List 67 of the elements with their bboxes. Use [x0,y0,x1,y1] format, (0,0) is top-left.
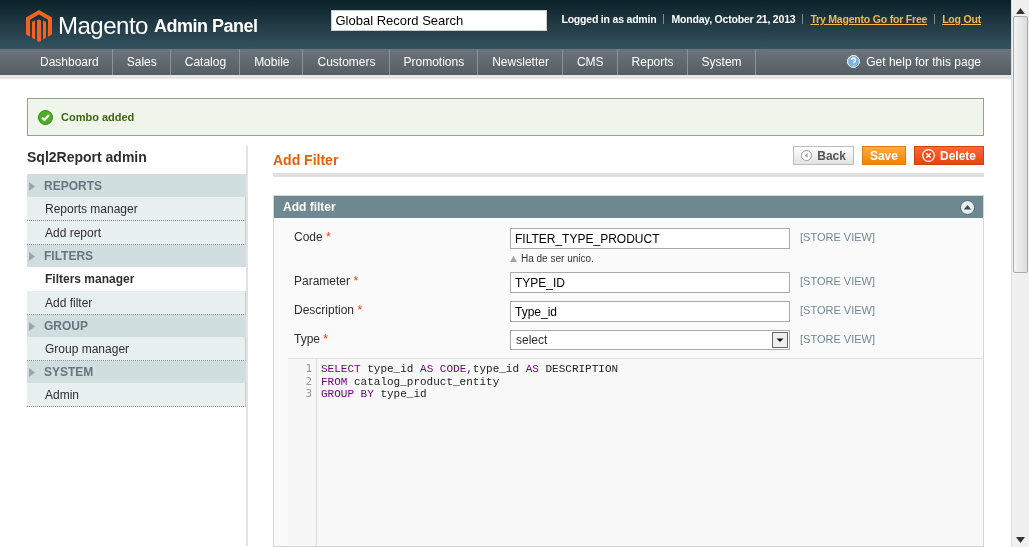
nav-item[interactable]: Customers [303,48,390,75]
page-title: Add Filter [273,152,339,168]
sidebar-item[interactable]: Reports manager [27,197,246,221]
section-title: FILTERS [44,249,94,263]
text-field[interactable]: Type_id [510,301,790,322]
triangle-icon [29,251,35,261]
sidebar-item[interactable]: Add report [27,221,246,245]
nav-item[interactable]: System [687,48,756,75]
scope-label: [STORE VIEW] [800,303,876,316]
field-label: Description * [294,302,364,317]
help-icon [847,55,861,69]
code-editor[interactable]: 1 2 3 SELECT type_id AS CODE,type_id AS DESCRIPTION FROM catalog_product_entity GROUP BY type_id [288,358,983,546]
scroll-down-icon [1016,537,1025,543]
field-note: Ha de ser unico. [510,253,790,264]
text-field[interactable]: TYPE_ID [510,272,790,293]
field-label: Code * [294,229,332,244]
field-label: Type * [294,331,330,346]
line-number: 1 [304,363,313,376]
line-number: 3 [304,388,313,401]
delete-icon [921,149,935,162]
sidebar-item[interactable]: Group manager [27,337,246,361]
nav-item[interactable]: Newsletter [478,48,563,75]
scope-label: [STORE VIEW] [800,274,876,287]
message-text: Combo added [61,111,135,123]
field-label: Parameter * [294,273,360,288]
nav-item[interactable]: Reports [617,48,688,75]
date-text: Monday, October 21, 2013 [671,13,796,25]
section-title: GROUP [44,319,88,333]
collapse-icon[interactable] [960,199,975,215]
nav-item[interactable]: CMS [562,48,618,75]
code-line: FROM catalog_product_entity [321,375,501,388]
nav-item[interactable]: Dashboard [26,48,113,75]
scroll-up-icon [1016,8,1025,14]
triangle-icon [29,181,35,191]
triangle-icon [510,255,517,262]
scope-label: [STORE VIEW] [800,230,876,243]
text-field[interactable]: FILTER_TYPE_PRODUCT [510,228,790,249]
header-link[interactable]: Log Out [942,13,981,25]
triangle-icon [29,367,35,377]
type-select[interactable]: select [510,330,790,350]
check-icon [38,109,53,125]
dropdown-icon [772,332,788,348]
triangle-icon [29,321,35,331]
back-icon [801,150,813,161]
code-line: SELECT type_id AS CODE,type_id AS DESCRIPTION [321,363,619,376]
scope-label: [STORE VIEW] [800,332,876,345]
code-line: GROUP BY type_id [321,388,428,401]
logo-subtitle: Admin Panel [153,15,258,37]
section-title: SYSTEM [44,365,94,379]
fieldset-title: Add filter [283,200,336,214]
search-field[interactable]: Global Record Search [331,10,548,31]
sidebar-item[interactable]: Add filter [27,291,246,315]
nav-item[interactable]: Catalog [170,48,241,75]
nav-item[interactable]: Sales [112,48,171,75]
header-link[interactable]: Try Magento Go for Free [810,13,928,25]
back-button[interactable]: Back [793,146,854,165]
user-text: Logged in as admin [561,13,657,25]
sidebar-item[interactable]: Admin [27,383,246,407]
delete-button[interactable]: Delete [913,146,984,165]
magento-logo-icon [26,10,52,42]
nav-item[interactable]: Mobile [240,48,304,75]
scrollbar-thumb[interactable] [1013,16,1028,273]
section-title: REPORTS [44,179,102,193]
help-link[interactable]: Get help for this page [847,48,981,75]
line-number: 2 [304,375,313,388]
logo-text: Magento [58,12,148,40]
nav-item[interactable]: Promotions [389,48,479,75]
